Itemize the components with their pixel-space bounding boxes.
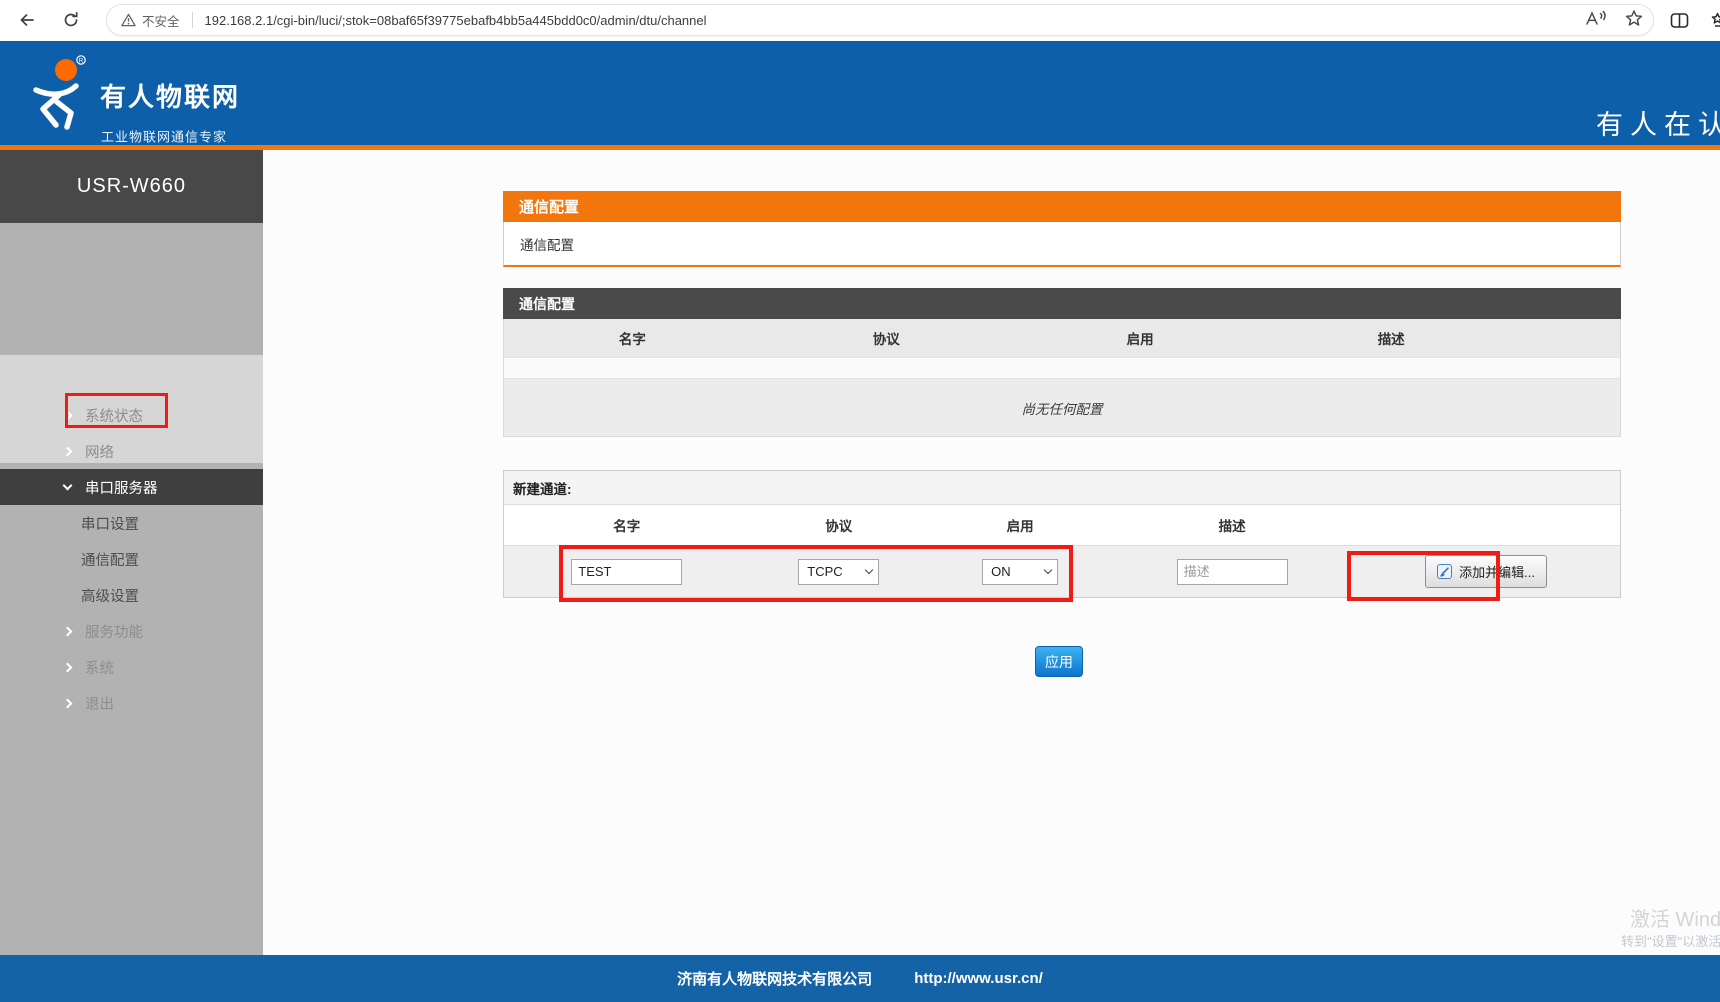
table-spacer-row	[503, 357, 1621, 378]
new-channel-label: 新建通道:	[503, 470, 1621, 505]
favorites-bar-icon[interactable]	[1708, 8, 1720, 34]
app-header: R 有人物联网 工业物联网通信专家 有人在认真做事	[0, 41, 1720, 145]
sidebar-item-label: 通信配置	[81, 552, 139, 569]
new-channel-header-row: 名字 协议 启用 描述	[503, 505, 1621, 545]
column-header-enabled: 启用	[1126, 332, 1154, 347]
add-and-edit-label: 添加并编辑...	[1459, 565, 1535, 580]
sidebar-item-system-status[interactable]: 系统状态	[0, 397, 263, 433]
column-header-actions	[1514, 319, 1620, 357]
sidebar-item-comm-config[interactable]: 通信配置	[0, 541, 263, 577]
description-input[interactable]	[1176, 558, 1288, 585]
activate-windows-watermark-sub: 转到"设置"以激活 Windows。	[1621, 934, 1720, 949]
chevron-down-icon	[865, 565, 874, 575]
chevron-right-icon	[62, 698, 73, 708]
chevron-down-icon	[1043, 565, 1053, 575]
new-channel-input-row: TCPC ON 添加并编辑...	[503, 545, 1621, 598]
sidebar-item-network[interactable]: 网络	[0, 433, 263, 469]
brand-title: 有人物联网	[100, 82, 241, 112]
sidebar-item-label: 高级设置	[81, 588, 139, 605]
sidebar-item-label: 系统状态	[85, 408, 143, 425]
sidebar-item-label: 网络	[85, 444, 114, 461]
read-aloud-icon[interactable]	[1585, 9, 1607, 32]
usr-logo-icon: R	[26, 55, 90, 131]
activate-windows-watermark: 激活 Windows	[1630, 909, 1720, 931]
add-and-edit-button[interactable]: 添加并编辑...	[1425, 555, 1547, 588]
split-screen-icon[interactable]	[1666, 8, 1692, 34]
divider	[191, 12, 193, 28]
sidebar-item-label: 系统	[85, 660, 114, 677]
security-label: 不安全	[142, 14, 180, 29]
column-header-name: 名字	[613, 519, 641, 534]
protocol-select[interactable]: TCPC	[798, 558, 880, 585]
enabled-select[interactable]: ON	[982, 558, 1059, 585]
enabled-select-value: ON	[991, 564, 1011, 579]
tab-comm-config[interactable]: 通信配置	[503, 222, 1621, 267]
apply-button[interactable]: 应用	[1035, 646, 1083, 677]
channel-name-input[interactable]	[571, 558, 683, 585]
browser-toolbar: 不安全 192.168.2.1/cgi-bin/luci/;stok=08baf…	[0, 0, 1720, 41]
chevron-right-icon	[62, 410, 73, 420]
svg-text:R: R	[79, 58, 84, 65]
column-header-actions	[1352, 505, 1620, 545]
sidebar-item-serial-settings[interactable]: 串口设置	[0, 505, 263, 541]
chevron-down-icon	[62, 480, 73, 490]
column-header-protocol: 协议	[872, 332, 900, 347]
empty-table-message: 尚无任何配置	[503, 378, 1621, 437]
sidebar-item-label: 串口服务器	[85, 480, 158, 497]
chevron-right-icon	[62, 626, 73, 636]
footer-company: 济南有人物联网技术有限公司	[677, 971, 873, 988]
column-header-enabled: 启用	[1006, 519, 1034, 534]
sidebar: USR-W660 系统状态 网络 串口服务器 串口设置 通信配置 高级设置 服务…	[0, 150, 263, 955]
favorite-star-icon[interactable]	[1625, 9, 1643, 32]
page-footer: 济南有人物联网技术有限公司 http://www.usr.cn/	[0, 955, 1720, 1002]
column-header-name: 名字	[618, 332, 646, 347]
sidebar-item-label: 退出	[85, 696, 114, 713]
sidebar-item-system[interactable]: 系统	[0, 649, 263, 685]
address-bar[interactable]: 不安全 192.168.2.1/cgi-bin/luci/;stok=08baf…	[106, 4, 1654, 36]
column-header-protocol: 协议	[825, 519, 853, 534]
footer-website-link[interactable]: http://www.usr.cn/	[914, 970, 1043, 987]
chevron-right-icon	[62, 446, 73, 456]
back-icon[interactable]	[14, 7, 40, 33]
sidebar-item-serial-server[interactable]: 串口服务器	[0, 469, 263, 505]
security-chip[interactable]: 不安全	[121, 11, 180, 30]
refresh-icon[interactable]	[58, 7, 84, 33]
add-edit-icon	[1437, 564, 1453, 579]
warning-icon	[121, 13, 136, 27]
page-title: 通信配置	[503, 191, 1621, 222]
sidebar-item-label: 服务功能	[85, 624, 143, 641]
header-slogan: 有人在认真做事	[1596, 110, 1720, 140]
protocol-select-value: TCPC	[807, 564, 843, 579]
screen: 不安全 192.168.2.1/cgi-bin/luci/;stok=08baf…	[0, 0, 1720, 1002]
sidebar-item-logout[interactable]: 退出	[0, 685, 263, 721]
sidebar-item-service-functions[interactable]: 服务功能	[0, 613, 263, 649]
chevron-right-icon	[62, 662, 73, 672]
brand-subtitle: 工业物联网通信专家	[101, 129, 228, 145]
channel-table-title: 通信配置	[503, 288, 1621, 319]
column-header-description: 描述	[1377, 332, 1405, 347]
sidebar-item-advanced-settings[interactable]: 高级设置	[0, 577, 263, 613]
sidebar-item-label: 串口设置	[81, 516, 139, 533]
device-name: USR-W660	[0, 150, 263, 223]
column-header-description: 描述	[1218, 519, 1246, 534]
url-text[interactable]: 192.168.2.1/cgi-bin/luci/;stok=08baf65f3…	[205, 13, 1573, 28]
channel-table-header-row: 名字 协议 启用 描述	[503, 319, 1621, 357]
